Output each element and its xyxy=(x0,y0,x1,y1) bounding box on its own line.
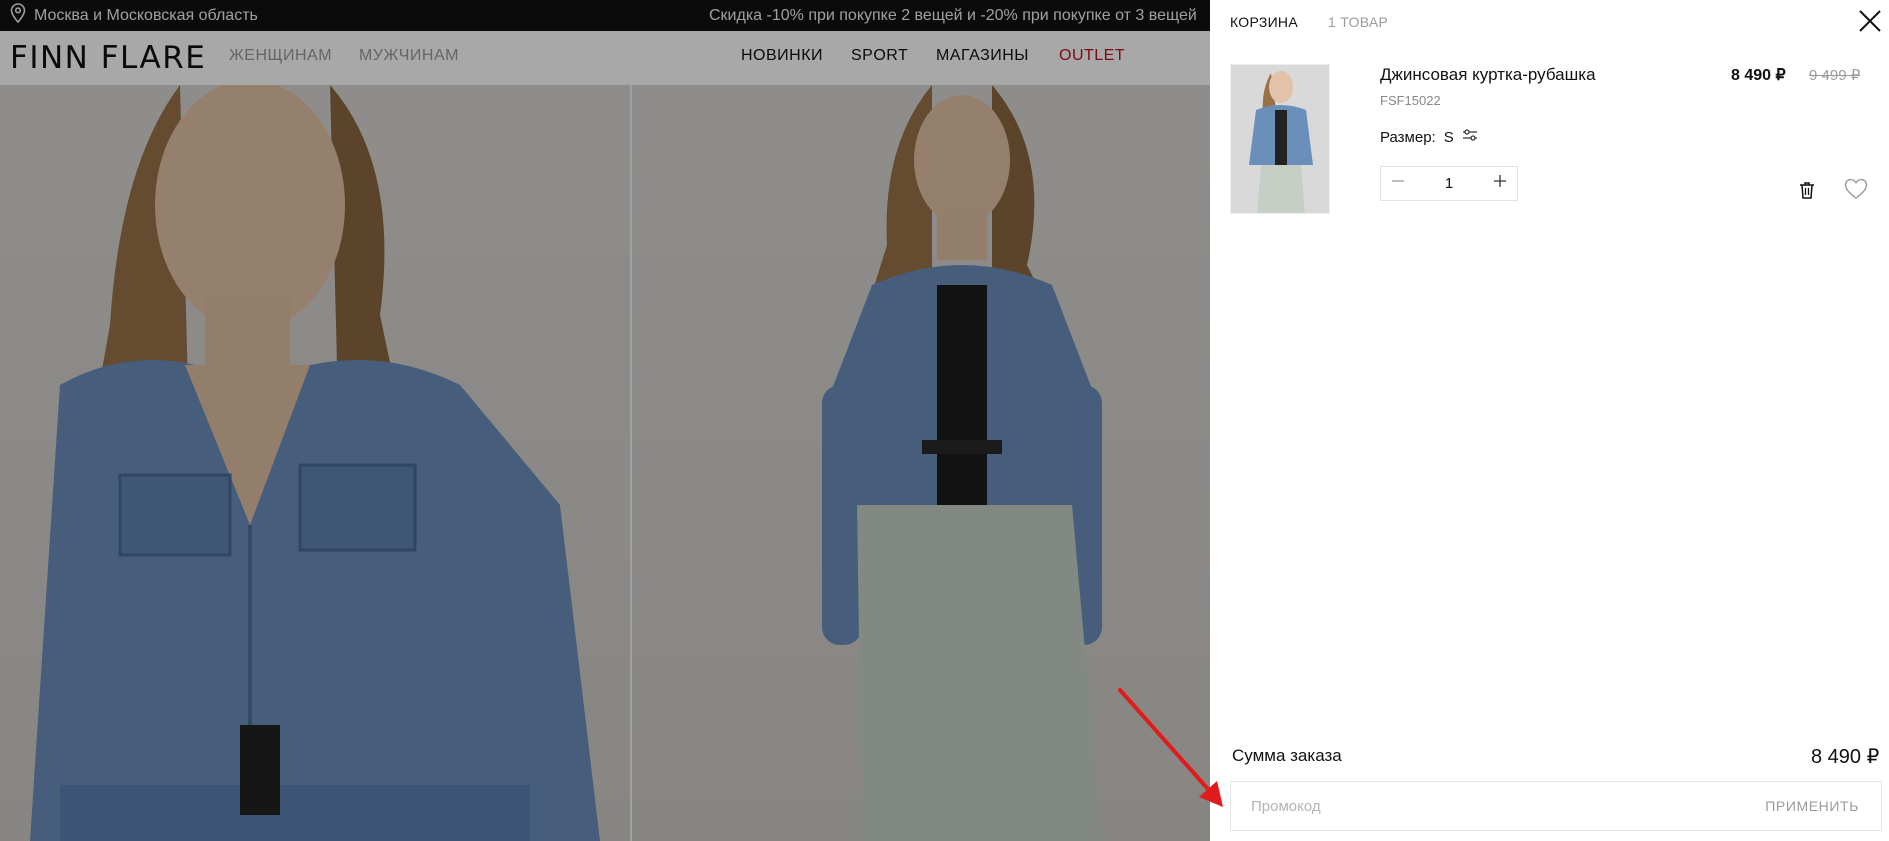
promo-code-input[interactable] xyxy=(1231,783,1681,829)
size-value: S xyxy=(1443,128,1454,146)
cart-title: КОРЗИНА xyxy=(1230,14,1298,30)
close-icon xyxy=(1857,10,1883,38)
nav-women[interactable]: ЖЕНЩИНАМ xyxy=(229,47,332,65)
size-label: Размер: xyxy=(1380,128,1436,146)
cart-item-name[interactable]: Джинсовая куртка-рубашка xyxy=(1380,65,1596,85)
product-gallery xyxy=(0,85,1210,841)
cart-item-old-price: 9 499 ₽ xyxy=(1809,67,1861,84)
order-sum-value: 8 490 ₽ xyxy=(1811,746,1880,768)
plus-icon xyxy=(1494,175,1506,187)
site-header: FINN FLARE ЖЕНЩИНАМ МУЖЧИНАМ НОВИНКИ SPO… xyxy=(0,31,1210,85)
nav-sport[interactable]: SPORT xyxy=(851,47,908,65)
minus-icon xyxy=(1392,180,1404,182)
product-photo-full[interactable] xyxy=(632,85,1210,841)
trash-icon xyxy=(1797,182,1817,204)
map-pin-icon xyxy=(10,3,26,28)
location-text: Москва и Московская область xyxy=(34,6,258,24)
add-to-favorites-button[interactable] xyxy=(1844,178,1868,200)
brand-logo[interactable]: FINN FLARE xyxy=(10,40,206,76)
nav-stores[interactable]: МАГАЗИНЫ xyxy=(936,47,1029,65)
sliders-icon[interactable] xyxy=(1462,128,1478,146)
quantity-value: 1 xyxy=(1444,175,1454,192)
heart-icon xyxy=(1844,178,1868,204)
cart-item-count: 1 ТОВАР xyxy=(1328,14,1389,30)
cart-header: КОРЗИНА 1 ТОВАР xyxy=(1230,14,1388,30)
size-selector[interactable]: Размер: S xyxy=(1380,128,1478,146)
quantity-stepper: 1 xyxy=(1380,166,1518,201)
order-sum-label: Сумма заказа xyxy=(1232,746,1342,765)
apply-promo-button[interactable]: ПРИМЕНИТЬ xyxy=(1765,798,1859,814)
promo-banner-text: Скидка -10% при покупке 2 вещей и -20% п… xyxy=(709,6,1197,24)
close-cart-button[interactable] xyxy=(1857,8,1883,34)
cart-drawer: КОРЗИНА 1 ТОВАР Джинсовая куртка-рубашка… xyxy=(1210,0,1889,841)
location-selector[interactable]: Москва и Московская область xyxy=(10,0,258,31)
cart-item-sku: FSF15022 xyxy=(1380,93,1441,108)
nav-men[interactable]: МУЖЧИНАМ xyxy=(359,47,459,65)
increase-quantity-button[interactable] xyxy=(1493,174,1507,193)
remove-item-button[interactable] xyxy=(1797,180,1817,200)
nav-outlet[interactable]: OUTLET xyxy=(1059,47,1125,65)
cart-item-thumbnail[interactable] xyxy=(1230,64,1330,214)
product-photo-closeup[interactable] xyxy=(0,85,630,841)
top-announcement-bar: Москва и Московская область Скидка -10% … xyxy=(0,0,1210,31)
store-page-background: Москва и Московская область Скидка -10% … xyxy=(0,0,1210,841)
decrease-quantity-button[interactable] xyxy=(1391,174,1405,193)
cart-item-price: 8 490 ₽ xyxy=(1731,67,1786,84)
promo-code-field: ПРИМЕНИТЬ xyxy=(1230,781,1882,831)
nav-new[interactable]: НОВИНКИ xyxy=(741,47,823,65)
